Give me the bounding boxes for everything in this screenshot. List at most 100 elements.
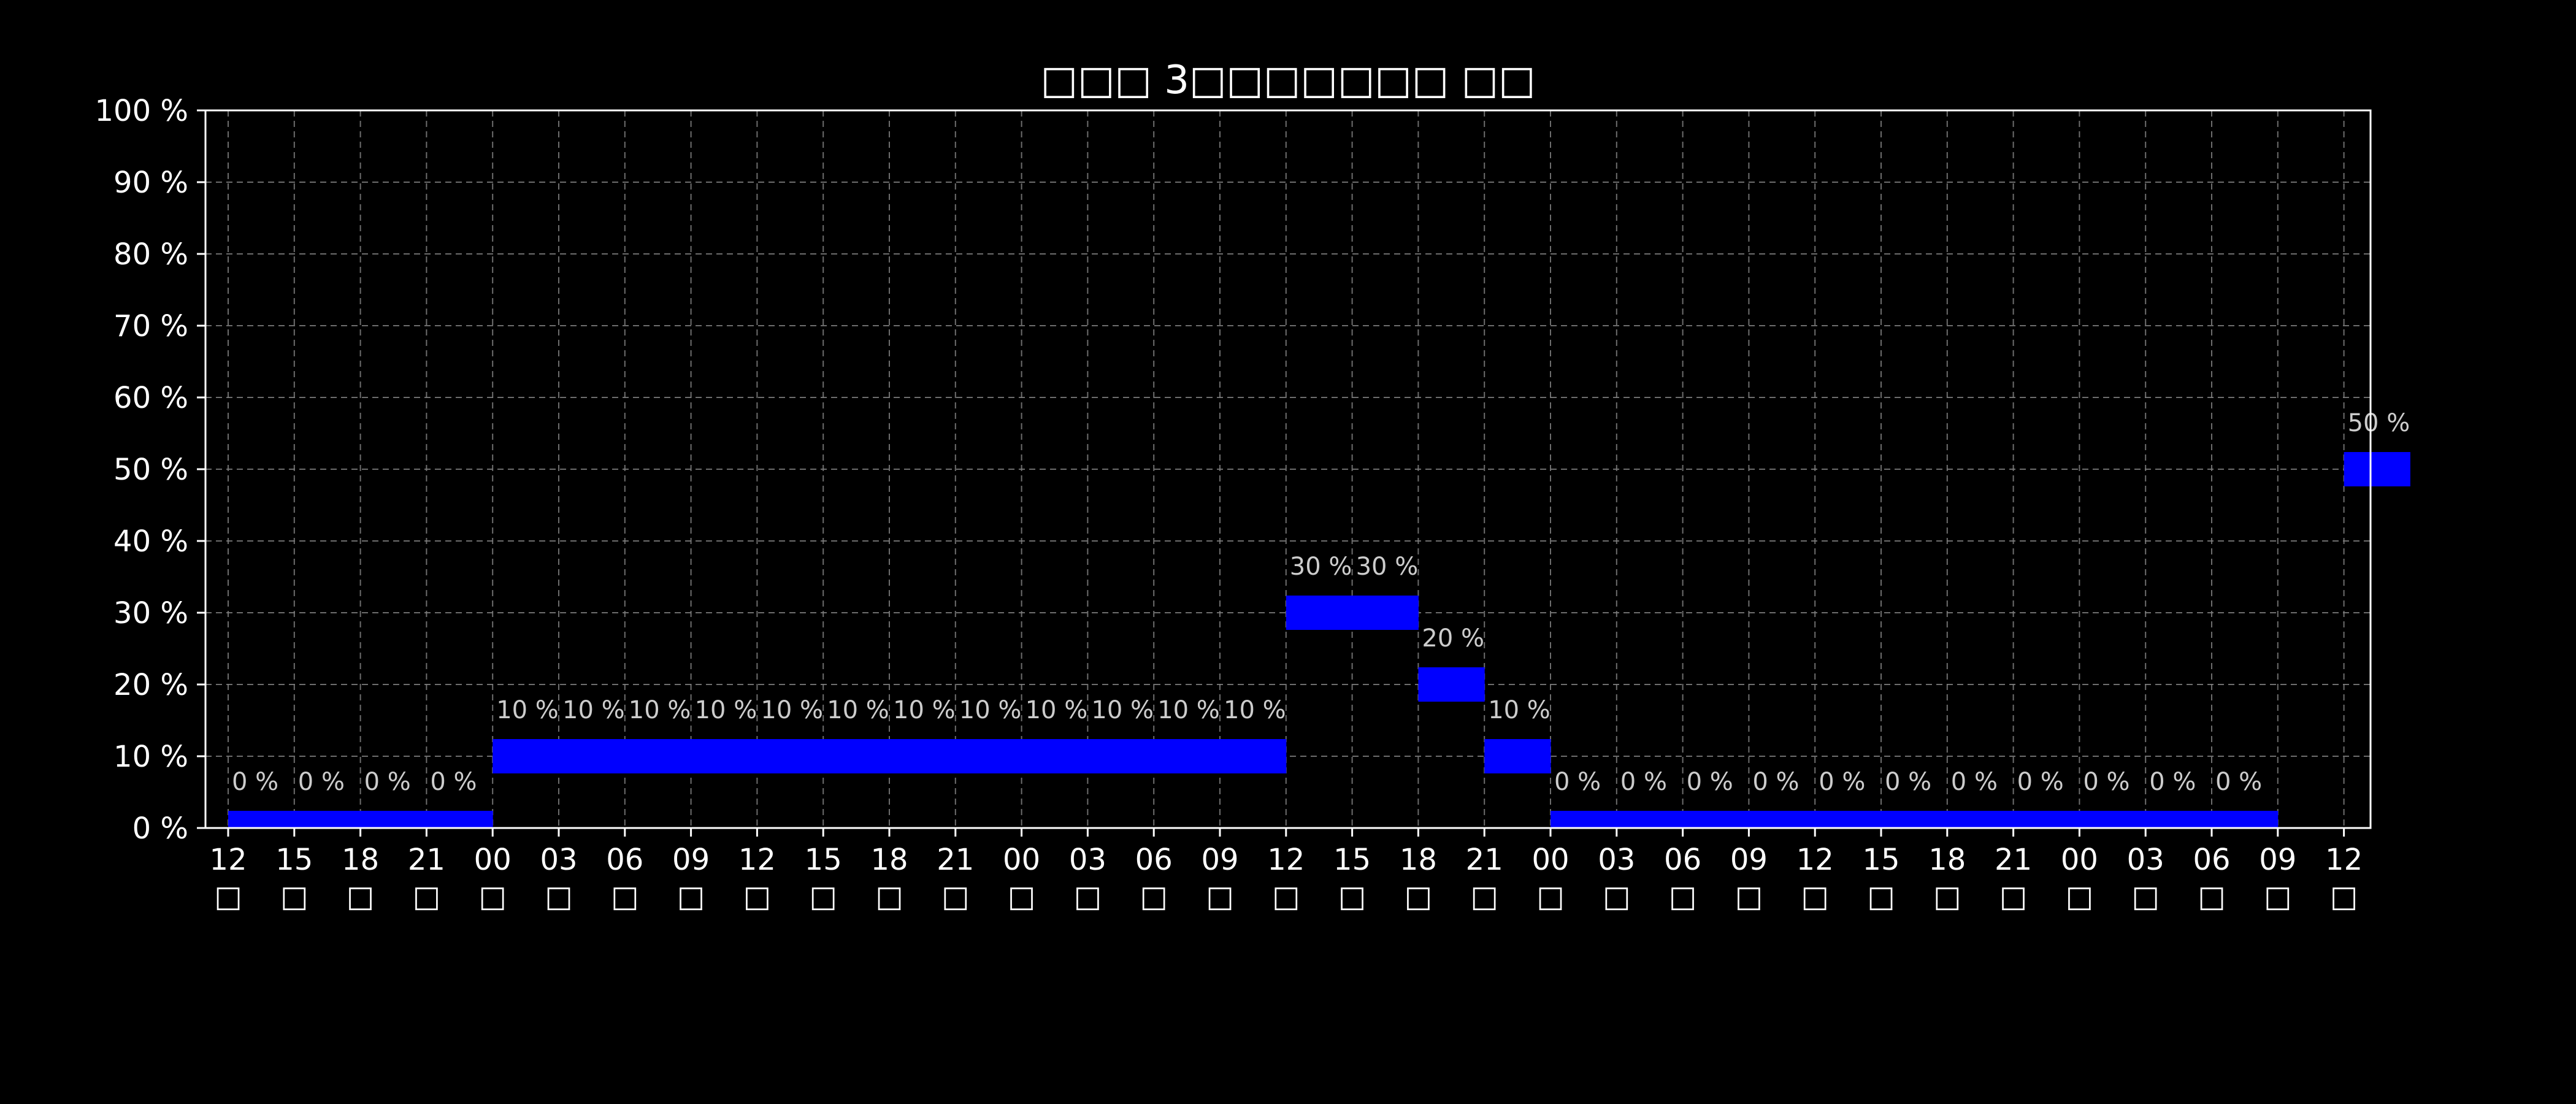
x-tick-label-day: □ [479,880,507,914]
y-tick-label: 100 % [95,94,188,128]
bar-value-label: 10 % [761,696,823,724]
y-tick-label: 0 % [132,811,188,846]
x-tick-label-day: □ [677,880,705,914]
bar [1551,811,1617,828]
x-tick-label-day: □ [2330,880,2358,914]
x-tick-label-hour: 00 [474,843,512,877]
x-tick-label-hour: 03 [540,843,577,877]
bar [2079,811,2146,828]
x-tick-label-hour: 21 [1995,843,2032,877]
bar-value-label: 0 % [1752,768,1799,796]
bar-value-label: 0 % [2215,768,2262,796]
x-tick-label-day: □ [1669,880,1696,914]
x-tick-label-hour: 09 [2259,843,2296,877]
bar [1352,596,1419,630]
y-tick-label: 10 % [113,740,188,774]
bar-value-label: 10 % [1157,696,1220,724]
x-tick-label-day: □ [2066,880,2093,914]
bar-value-label: 30 % [1290,553,1352,581]
bar-value-label: 10 % [1091,696,1154,724]
x-tick-label-day: □ [611,880,638,914]
bar [360,811,427,828]
bar [426,811,493,828]
x-tick-label-hour: 15 [805,843,842,877]
x-tick-label-day: □ [413,880,440,914]
x-tick-label-hour: 03 [1598,843,1635,877]
bar-value-label: 10 % [1224,696,1286,724]
bar-value-label: 0 % [430,768,477,796]
x-tick-label-day: □ [1867,880,1895,914]
x-tick-label-day: □ [1471,880,1498,914]
x-tick-label-day: □ [2132,880,2160,914]
x-tick-label-hour: 06 [1135,843,1173,877]
x-tick-label-hour: 00 [2061,843,2098,877]
bar [1484,739,1551,773]
bar-value-label: 10 % [1488,696,1551,724]
bar [228,811,295,828]
x-tick-label-hour: 18 [342,843,379,877]
bar [691,739,757,773]
bar [1220,739,1287,773]
x-tick-label-hour: 06 [2193,843,2230,877]
bar [2145,811,2212,828]
x-tick-label-day: □ [2264,880,2291,914]
bar-value-label: 10 % [496,696,559,724]
bar-value-label: 10 % [629,696,691,724]
x-tick-label-hour: 06 [1664,843,1701,877]
bar-value-label: 0 % [298,768,345,796]
x-tick-label-hour: 00 [1003,843,1040,877]
x-tick-label-hour: 03 [1069,843,1106,877]
bar [2013,811,2080,828]
bar [1154,739,1221,773]
x-tick-label-day: □ [875,880,903,914]
bar [559,739,626,773]
bar [1286,596,1353,630]
x-tick-label-hour: 09 [672,843,710,877]
x-tick-label-hour: 12 [209,843,247,877]
bar [955,739,1022,773]
x-tick-label-day: □ [941,880,969,914]
x-tick-label-hour: 15 [275,843,313,877]
bar [1749,811,1815,828]
x-tick-label-hour: 09 [1201,843,1238,877]
x-tick-label-day: □ [280,880,308,914]
x-tick-label-hour: 06 [606,843,643,877]
chart-title: □□□ 3□□□□□□□ □□ [1040,58,1535,103]
bar-value-label: 20 % [1422,624,1484,653]
bar-value-label: 10 % [959,696,1022,724]
x-tick-label-day: □ [1603,880,1630,914]
bar-value-label: 0 % [1885,768,1931,796]
bar [493,739,559,773]
y-tick-label: 70 % [113,309,188,343]
x-tick-label-hour: 12 [1267,843,1305,877]
x-tick-label-day: □ [1206,880,1233,914]
y-tick-label: 50 % [113,453,188,487]
bar [1682,811,1749,828]
bar-value-label: 0 % [1554,768,1601,796]
x-tick-label-hour: 03 [2127,843,2164,877]
bar [624,739,692,773]
x-tick-label-hour: 18 [1928,843,1966,877]
bar [823,739,890,773]
bar [1418,667,1485,702]
bar-value-label: 10 % [695,696,757,724]
x-tick-label-day: □ [1735,880,1763,914]
bar [1021,739,1088,773]
y-tick-label: 20 % [113,668,188,702]
bar-value-label: 0 % [1687,768,1733,796]
bar [1616,811,1684,828]
x-tick-label-day: □ [1801,880,1829,914]
chart-background [0,0,2576,1104]
bar [2212,811,2279,828]
bar-value-label: 10 % [893,696,956,724]
bar-value-label: 0 % [1819,768,1865,796]
x-tick-label-day: □ [545,880,572,914]
y-tick-label: 30 % [113,596,188,631]
x-tick-label-hour: 15 [1862,843,1899,877]
x-tick-label-hour: 21 [1466,843,1503,877]
x-tick-label-day: □ [810,880,837,914]
bar-value-label: 0 % [364,768,411,796]
chart: □□□ 3□□□□□□□ □□ 0 % 0 % 0 % 0 %10 % 10 % 10 %… [0,0,2576,1104]
bar [757,739,824,773]
bar-value-label: 10 % [827,696,889,724]
